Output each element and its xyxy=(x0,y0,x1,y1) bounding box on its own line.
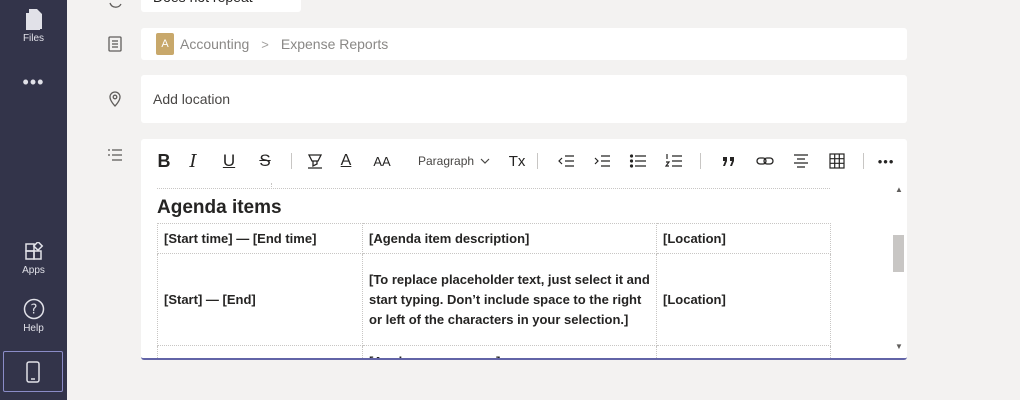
table-cell[interactable]: [Start] — [End] xyxy=(157,253,363,346)
repeat-icon xyxy=(106,0,124,10)
highlighter-icon xyxy=(307,154,323,169)
increase-indent-button[interactable] xyxy=(584,149,620,173)
scrollbar-thumb[interactable] xyxy=(893,235,904,272)
insert-table-button[interactable] xyxy=(819,149,855,173)
scroll-down-arrow-icon[interactable]: ▼ xyxy=(895,342,903,351)
table-row: [Start time] — [End time] [Agenda item d… xyxy=(157,223,831,254)
link-icon xyxy=(756,157,774,165)
more-icon: ••• xyxy=(22,72,45,92)
table-row: [Start] — [End] [To replace placeholder … xyxy=(157,253,831,346)
help-icon: ? xyxy=(23,298,44,320)
more-options-button[interactable]: ••• xyxy=(874,149,898,173)
decrease-indent-button[interactable] xyxy=(548,149,584,173)
table-cell[interactable] xyxy=(656,345,831,358)
insert-link-button[interactable] xyxy=(747,149,783,173)
table-row: [Apply ... ... ... ... ... ...] xyxy=(157,345,831,358)
bulleted-list-icon xyxy=(629,154,647,168)
rail-files[interactable]: Files xyxy=(0,8,67,44)
agenda-table: [Start time] — [End time] [Agenda item d… xyxy=(157,223,831,358)
team-avatar: A xyxy=(156,33,174,55)
files-icon xyxy=(25,9,42,30)
numbered-list-icon xyxy=(665,154,683,167)
quote-icon xyxy=(723,157,735,166)
align-button[interactable] xyxy=(783,149,819,173)
details-editor[interactable]: B I U S A AA Paragraph Tx ••• Agenda ite… xyxy=(141,139,907,360)
clear-formatting-icon: Tx xyxy=(508,152,526,170)
toolbar-divider xyxy=(537,153,539,169)
phone-icon xyxy=(26,360,40,383)
location-input[interactable]: Add location xyxy=(141,75,907,123)
table-icon xyxy=(829,153,845,169)
rail-apps-label: Apps xyxy=(22,265,45,276)
apps-icon xyxy=(24,242,43,260)
table-cell[interactable]: [To replace placeholder text, just selec… xyxy=(362,253,657,346)
align-center-icon xyxy=(794,154,809,168)
table-cell[interactable]: [Location] xyxy=(656,253,831,346)
clear-formatting-button[interactable]: Tx xyxy=(505,149,529,173)
rail-apps[interactable]: Apps xyxy=(0,242,67,276)
table-cell[interactable] xyxy=(157,345,363,358)
strikethrough-button[interactable]: S xyxy=(247,149,283,173)
chevron-down-icon xyxy=(480,158,490,164)
repeat-dropdown[interactable]: Does not repeat xyxy=(141,0,301,12)
table-cell[interactable]: [Agenda item description] xyxy=(362,223,657,254)
table-cell[interactable]: [Location] xyxy=(656,223,831,254)
details-list-icon xyxy=(106,146,124,164)
italic-button[interactable]: I xyxy=(175,149,211,173)
location-placeholder: Add location xyxy=(153,91,231,107)
paragraph-dropdown[interactable]: Paragraph xyxy=(418,149,491,173)
team-name: Accounting xyxy=(180,36,250,52)
font-color-button[interactable]: A xyxy=(328,149,364,173)
location-pin-icon xyxy=(106,90,124,108)
table-cell[interactable]: [Start time] — [End time] xyxy=(157,223,363,254)
numbered-list-button[interactable] xyxy=(656,149,692,173)
app-rail: Files ••• Apps ? Help xyxy=(0,0,67,400)
toolbar-divider xyxy=(291,153,292,169)
toolbar-divider xyxy=(700,153,702,169)
rail-help[interactable]: ? Help xyxy=(0,298,67,334)
channel-picker[interactable]: A Accounting > Expense Reports xyxy=(141,28,907,60)
table-cell[interactable]: [Apply ... ... ... ... ... ...] xyxy=(362,345,657,358)
underline-button[interactable]: U xyxy=(211,149,247,173)
indent-icon xyxy=(594,155,611,167)
table-edge-remnant xyxy=(157,183,830,189)
font-size-button[interactable]: AA xyxy=(364,149,400,173)
toolbar-divider xyxy=(863,153,865,169)
rail-help-label: Help xyxy=(23,323,44,334)
outdent-icon xyxy=(558,155,575,167)
svg-text:?: ? xyxy=(30,303,37,318)
channel-icon xyxy=(106,35,124,53)
highlight-button[interactable] xyxy=(302,149,328,173)
agenda-heading: Agenda items xyxy=(157,197,282,218)
bold-button[interactable]: B xyxy=(153,149,175,173)
quote-button[interactable] xyxy=(711,149,747,173)
rail-more-button[interactable]: ••• xyxy=(0,72,67,93)
paragraph-label: Paragraph xyxy=(418,154,475,168)
format-toolbar: B I U S A AA Paragraph Tx ••• xyxy=(141,139,907,183)
editor-content[interactable]: Agenda items [Start time] — [End time] [… xyxy=(141,183,891,358)
editor-scrollbar[interactable]: ▲ ▼ xyxy=(890,183,907,358)
mobile-app-button[interactable] xyxy=(3,351,63,392)
scroll-up-arrow-icon[interactable]: ▲ xyxy=(895,185,903,194)
bulleted-list-button[interactable] xyxy=(620,149,656,173)
rail-files-label: Files xyxy=(22,33,45,44)
chevron-right-icon: > xyxy=(261,36,269,52)
channel-name: Expense Reports xyxy=(280,36,389,52)
